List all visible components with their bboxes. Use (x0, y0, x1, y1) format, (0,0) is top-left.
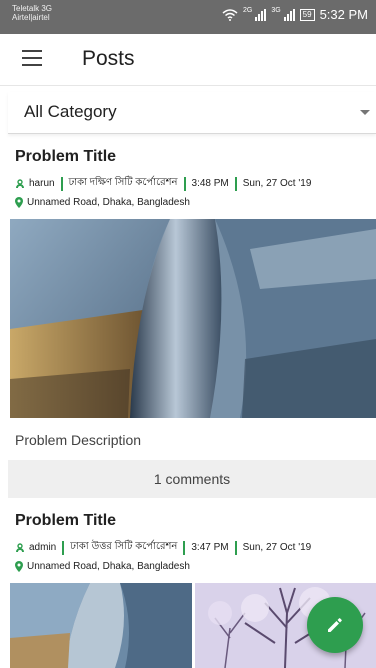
status-bar: Teletalk 3G Airtel|airtel 2G 3G 59 5:32 … (0, 0, 376, 34)
edit-fab-button[interactable] (307, 597, 363, 653)
carrier-info: Teletalk 3G Airtel|airtel (12, 4, 52, 22)
hamburger-menu-icon[interactable] (22, 50, 46, 70)
app-bar: Posts (0, 34, 376, 86)
meta-divider (183, 176, 186, 191)
carrier-line-1: Teletalk 3G (12, 4, 53, 13)
post-image[interactable] (10, 219, 376, 418)
post-organization: ঢাকা উত্তর সিটি কর্পোরেশন (70, 541, 178, 552)
post-description: Problem Description (15, 432, 142, 448)
clock: 5:32 PM (319, 7, 368, 22)
post-author: admin (29, 542, 57, 553)
meta-divider (60, 176, 63, 191)
battery-icon: 59 (299, 8, 315, 21)
post-meta: admin ঢাকা উত্তর সিটি কর্পোরেশন 3:47 PM … (15, 539, 311, 556)
carrier-line-2: Airtel|airtel (12, 13, 50, 22)
post-time: 3:47 PM (191, 542, 229, 553)
post-image[interactable] (10, 583, 192, 668)
page-title: Posts (82, 47, 135, 70)
meta-divider (234, 176, 237, 191)
network-type-2: 3G (271, 7, 281, 14)
post-title[interactable]: Problem Title (15, 512, 116, 530)
location-pin-icon (15, 561, 23, 572)
post-organization: ঢাকা দক্ষিণ সিটি কর্পোরেশন (68, 177, 178, 188)
meta-divider (62, 540, 65, 555)
meta-divider (234, 540, 237, 555)
wifi-icon (222, 8, 238, 21)
location-pin-icon (15, 197, 23, 208)
post-location: Unnamed Road, Dhaka, Bangladesh (15, 197, 190, 208)
post-location-text: Unnamed Road, Dhaka, Bangladesh (27, 561, 190, 572)
user-icon (16, 542, 24, 552)
edit-pencil-icon (328, 618, 342, 632)
signal-icon-2 (283, 8, 295, 21)
network-type-1: 2G (242, 7, 253, 14)
post-meta: harun ঢাকা দক্ষিণ সিটি কর্পোরেশন 3:48 PM… (15, 175, 311, 192)
post-time: 3:48 PM (191, 178, 229, 189)
post-title[interactable]: Problem Title (15, 148, 116, 166)
user-icon (16, 178, 24, 188)
dropdown-arrow-icon (360, 110, 370, 115)
post-author: harun (29, 178, 55, 189)
signal-icon (255, 8, 267, 21)
status-icons: 2G 3G 59 5:32 PM (222, 7, 368, 22)
post-location-text: Unnamed Road, Dhaka, Bangladesh (27, 197, 190, 208)
category-selected-value: All Category (24, 102, 117, 121)
post-date: Sun, 27 Oct '19 (242, 542, 312, 553)
post-location: Unnamed Road, Dhaka, Bangladesh (15, 561, 190, 572)
comments-button[interactable]: 1 comments (8, 460, 376, 498)
post-date: Sun, 27 Oct '19 (242, 178, 312, 189)
meta-divider (183, 540, 186, 555)
category-dropdown[interactable]: All Category (8, 92, 376, 134)
